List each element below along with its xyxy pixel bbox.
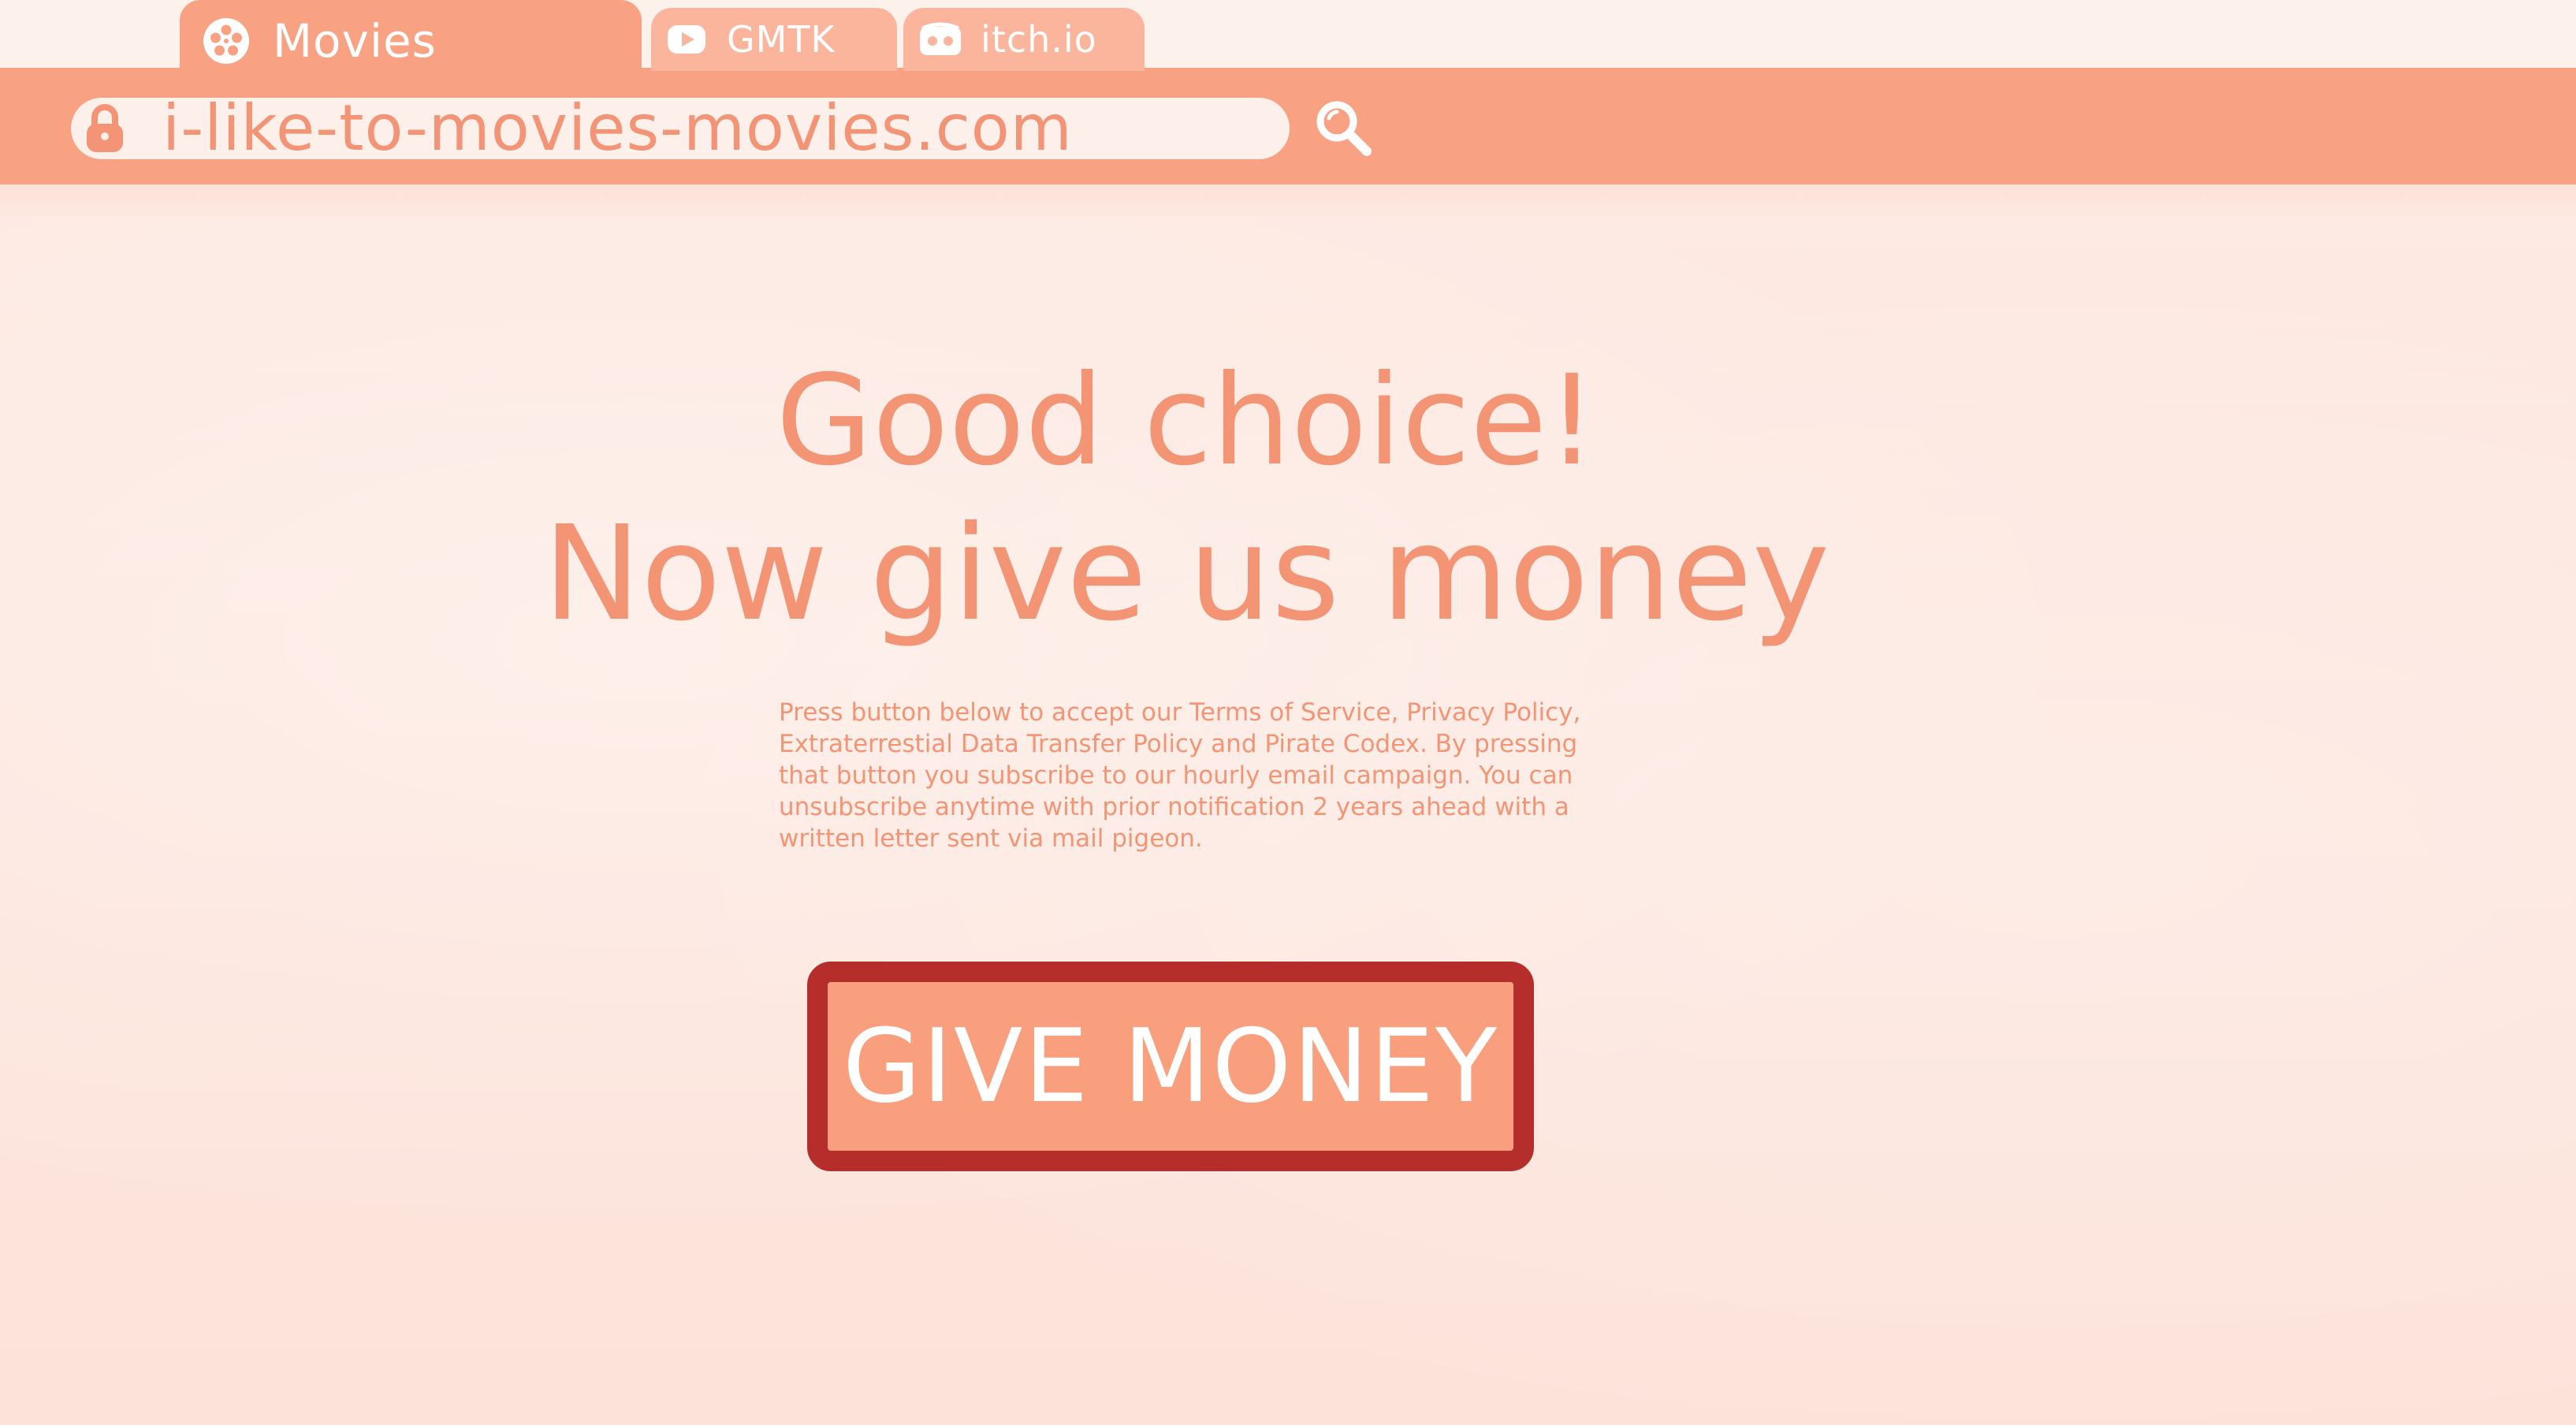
tab-itch-io-label: itch.io <box>981 18 1097 61</box>
search-button[interactable] <box>1312 96 1375 159</box>
headline-give-money: Now give us money <box>542 498 1830 650</box>
itch-io-icon <box>920 22 961 55</box>
search-icon <box>1316 101 1372 156</box>
tab-gmtk-label: GMTK <box>727 18 836 61</box>
tab-movies-label: Movies <box>273 14 437 68</box>
tab-movies[interactable]: Movies <box>180 0 642 82</box>
address-url: i-like-to-movies-movies.com <box>162 91 1073 165</box>
browser-tab-strip: Movies GMTK itch.io <box>0 0 2576 82</box>
terms-notice: Press button below to accept our Terms o… <box>779 698 1581 853</box>
movie-reel-icon <box>203 18 249 64</box>
tab-itch-io[interactable]: itch.io <box>903 8 1145 71</box>
browser-toolbar: i-like-to-movies-movies.com <box>0 68 2576 184</box>
lock-icon <box>87 104 123 152</box>
give-money-button[interactable]: GIVE MONEY <box>807 962 1534 1171</box>
youtube-icon <box>668 25 705 54</box>
tab-gmtk[interactable]: GMTK <box>651 8 897 71</box>
toolbar-divider <box>0 184 2576 216</box>
headline-good-choice: Good choice! <box>776 348 1597 493</box>
address-bar[interactable]: i-like-to-movies-movies.com <box>71 91 1290 165</box>
